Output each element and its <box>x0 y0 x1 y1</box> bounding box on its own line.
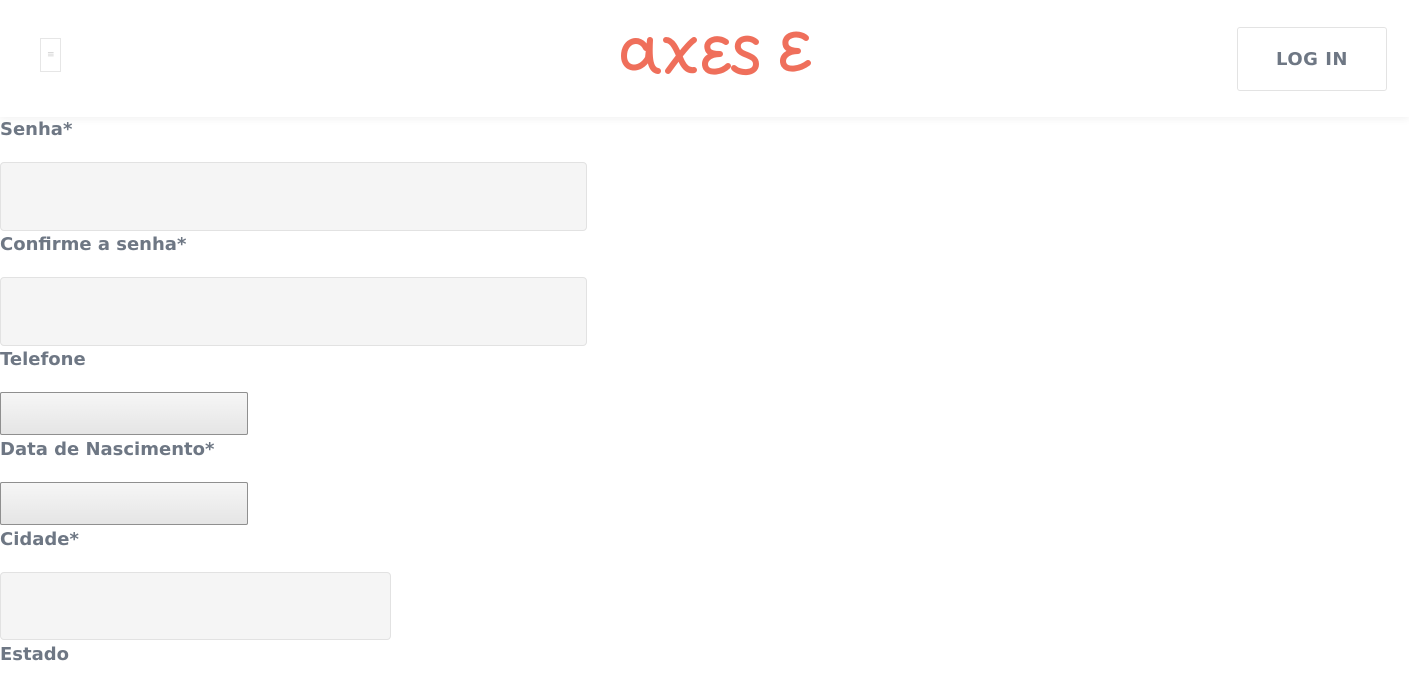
senha-input[interactable] <box>0 162 587 231</box>
telefone-label: Telefone <box>0 349 86 370</box>
confirme-senha-label: Confirme a senha* <box>0 234 187 255</box>
telefone-input[interactable] <box>0 392 248 435</box>
menu-toggle-button[interactable]: ≡ <box>40 38 61 72</box>
data-nascimento-input[interactable] <box>0 482 248 525</box>
login-button[interactable]: LOG IN <box>1237 27 1387 91</box>
cidade-label: Cidade* <box>0 529 79 550</box>
menu-icon: ≡ <box>47 50 55 60</box>
senha-label: Senha* <box>0 119 73 140</box>
confirme-senha-input[interactable] <box>0 277 587 346</box>
data-nascimento-label: Data de Nascimento* <box>0 439 215 460</box>
estado-label: Estado <box>0 644 70 665</box>
brand-logo[interactable] <box>618 18 813 80</box>
site-header: ≡ LOG IN <box>0 0 1409 117</box>
cidade-input[interactable] <box>0 572 391 640</box>
